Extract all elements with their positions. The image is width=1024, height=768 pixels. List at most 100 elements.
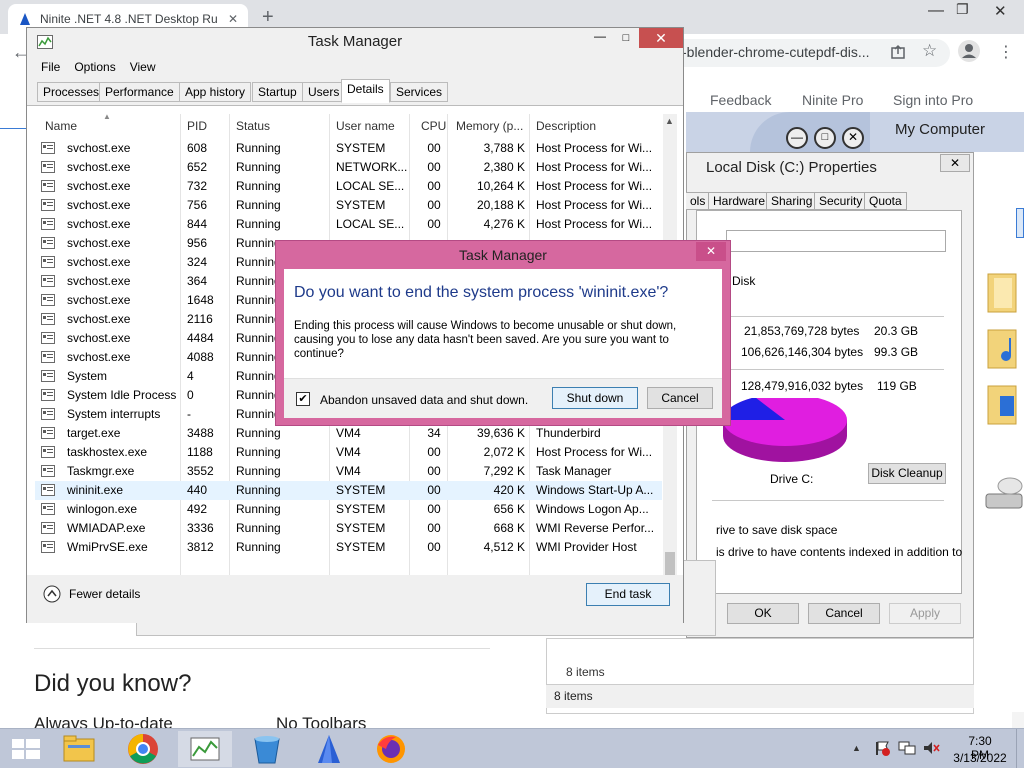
properties-close-button[interactable]: ✕ bbox=[940, 154, 970, 172]
scroll-up-icon[interactable]: ▲ bbox=[665, 116, 674, 126]
ninite-icon[interactable] bbox=[302, 731, 356, 767]
explorer-scroll[interactable] bbox=[1016, 208, 1024, 238]
tm-minimize-button[interactable]: — bbox=[587, 28, 613, 48]
menu-options[interactable]: Options bbox=[74, 56, 115, 78]
profile-avatar-icon[interactable] bbox=[958, 40, 980, 62]
network-icon[interactable] bbox=[898, 740, 916, 756]
share-icon[interactable] bbox=[890, 44, 906, 60]
xp-close-icon[interactable]: ✕ bbox=[842, 127, 864, 149]
properties-title: Local Disk (C:) Properties bbox=[706, 159, 877, 176]
shut-down-button[interactable]: Shut down bbox=[552, 387, 638, 409]
tab-app-history[interactable]: App history bbox=[179, 82, 252, 102]
table-row[interactable]: svchost.exe 652 Running NETWORK... 00 2,380 K… bbox=[35, 158, 662, 177]
index-option[interactable]: is drive to have contents indexed in add… bbox=[716, 545, 962, 559]
tab-quota[interactable]: Quota bbox=[864, 192, 907, 210]
action-center-flag-icon[interactable] bbox=[874, 740, 890, 756]
tab-sharing[interactable]: Sharing bbox=[766, 192, 818, 210]
col-cpu[interactable]: CPU bbox=[421, 119, 446, 133]
show-desktop-button[interactable] bbox=[1016, 729, 1024, 768]
tab-users[interactable]: Users bbox=[302, 82, 346, 102]
address-bar[interactable]: -blender-chrome-cutepdf-dis... bbox=[660, 39, 950, 67]
table-row[interactable]: taskhostex.exe 1188 Running VM4 00 2,072 K Hos… bbox=[35, 443, 662, 462]
menu-view[interactable]: View bbox=[130, 56, 156, 78]
process-name: svchost.exe bbox=[67, 198, 131, 212]
nav-sign-in[interactable]: Sign into Pro bbox=[893, 92, 973, 108]
table-row[interactable]: WmiPrvSE.exe 3812 Running SYSTEM 00 4,512 K WM… bbox=[35, 538, 662, 557]
abandon-data-label[interactable]: Abandon unsaved data and shut down. bbox=[320, 393, 528, 407]
table-row[interactable]: svchost.exe 844 Running LOCAL SE... 00 4,276 … bbox=[35, 215, 662, 234]
col-memory[interactable]: Memory (p... bbox=[456, 119, 523, 133]
firefox-icon[interactable] bbox=[364, 731, 418, 767]
tab-performance[interactable]: Performance bbox=[99, 82, 180, 102]
tab-details[interactable]: Details bbox=[341, 79, 390, 103]
start-button[interactable] bbox=[0, 731, 54, 767]
task-manager-taskbar-icon[interactable] bbox=[178, 731, 232, 767]
col-user[interactable]: User name bbox=[336, 119, 395, 133]
table-row[interactable]: winlogon.exe 492 Running SYSTEM 00 656 K Windo… bbox=[35, 500, 662, 519]
volume-label-field[interactable] bbox=[726, 230, 946, 252]
clock-date[interactable]: 3/13/2022 bbox=[952, 751, 1008, 765]
table-row[interactable]: Taskmgr.exe 3552 Running VM4 00 7,292 K Task M… bbox=[35, 462, 662, 481]
fewer-details-toggle[interactable]: Fewer details bbox=[43, 585, 140, 603]
folder-icon[interactable] bbox=[986, 270, 1018, 314]
free-bytes: 106,626,146,304 bytes bbox=[741, 345, 864, 359]
process-description: Host Process for Wi... bbox=[536, 141, 653, 155]
compress-option[interactable]: rive to save disk space bbox=[716, 523, 837, 537]
table-row[interactable]: target.exe 3488 Running VM4 34 39,636 K Thunde… bbox=[35, 424, 662, 443]
col-pid[interactable]: PID bbox=[187, 119, 207, 133]
minimize-browser-icon[interactable]: — bbox=[928, 2, 944, 20]
dialog-close-button[interactable]: ✕ bbox=[696, 242, 726, 261]
tm-close-button[interactable]: ✕ bbox=[639, 28, 683, 48]
nav-feedback[interactable]: Feedback bbox=[710, 92, 771, 108]
file-explorer-icon[interactable] bbox=[52, 731, 106, 767]
explorer-title: My Computer bbox=[895, 121, 986, 138]
process-memory: 3,788 K bbox=[483, 141, 525, 155]
tab-processes[interactable]: Processes bbox=[37, 82, 106, 102]
nav-ninite-pro[interactable]: Ninite Pro bbox=[802, 92, 863, 108]
col-name[interactable]: Name bbox=[45, 119, 77, 133]
end-task-button[interactable]: End task bbox=[586, 583, 670, 606]
process-status: Running bbox=[236, 179, 281, 193]
dialog-cancel-button[interactable]: Cancel bbox=[647, 387, 713, 409]
close-browser-icon[interactable]: ✕ bbox=[994, 2, 1007, 20]
chrome-icon[interactable] bbox=[116, 731, 170, 767]
process-description: Thunderbird bbox=[536, 426, 601, 440]
new-tab-button[interactable]: + bbox=[262, 6, 274, 29]
tab-close-icon[interactable]: ✕ bbox=[228, 12, 238, 26]
process-user: SYSTEM bbox=[336, 483, 386, 497]
table-row[interactable]: WMIADAP.exe 3336 Running SYSTEM 00 668 K WMI R… bbox=[35, 519, 662, 538]
table-row[interactable]: wininit.exe 440 Running SYSTEM 00 420 K Window… bbox=[35, 481, 662, 500]
volume-muted-icon[interactable] bbox=[922, 740, 940, 756]
disk-cleanup-button[interactable]: Disk Cleanup bbox=[868, 463, 946, 484]
process-pid: 4088 bbox=[187, 350, 214, 364]
abandon-data-checkbox[interactable]: ✔ bbox=[296, 392, 310, 406]
show-hidden-icons[interactable]: ▲ bbox=[852, 743, 861, 753]
drive-icon[interactable] bbox=[984, 472, 1024, 512]
tab-security[interactable]: Security bbox=[814, 192, 868, 210]
recycle-bin-icon[interactable] bbox=[240, 731, 294, 767]
tab-startup[interactable]: Startup bbox=[252, 82, 303, 102]
video-folder-icon[interactable] bbox=[986, 382, 1018, 426]
properties-cancel-button[interactable]: Cancel bbox=[808, 603, 880, 624]
col-status[interactable]: Status bbox=[236, 119, 270, 133]
table-row[interactable]: svchost.exe 732 Running LOCAL SE... 00 10,264… bbox=[35, 177, 662, 196]
bookmark-star-icon[interactable]: ☆ bbox=[922, 41, 937, 61]
music-folder-icon[interactable] bbox=[986, 326, 1018, 370]
process-description: Windows Logon Ap... bbox=[536, 502, 649, 516]
table-row[interactable]: svchost.exe 756 Running SYSTEM 00 20,188 K Hos… bbox=[35, 196, 662, 215]
restore-browser-icon[interactable]: ❐ bbox=[956, 1, 969, 18]
tab-services[interactable]: Services bbox=[390, 82, 449, 102]
tab-tools[interactable]: ols bbox=[686, 192, 711, 210]
xp-minimize-icon[interactable]: — bbox=[786, 127, 808, 149]
tab-hardware[interactable]: Hardware bbox=[708, 192, 771, 210]
browser-menu-icon[interactable]: ⋮ bbox=[998, 42, 1014, 62]
col-description[interactable]: Description bbox=[536, 119, 596, 133]
tm-maximize-button[interactable]: □ bbox=[613, 28, 639, 48]
process-cpu: 00 bbox=[427, 540, 441, 554]
table-row[interactable]: svchost.exe 608 Running SYSTEM 00 3,788 K Host… bbox=[35, 139, 662, 158]
xp-maximize-icon[interactable]: □ bbox=[814, 127, 836, 149]
menu-file[interactable]: File bbox=[41, 56, 60, 78]
properties-ok-button[interactable]: OK bbox=[727, 603, 799, 624]
properties-apply-button[interactable]: Apply bbox=[889, 603, 961, 624]
process-name: svchost.exe bbox=[67, 236, 131, 250]
